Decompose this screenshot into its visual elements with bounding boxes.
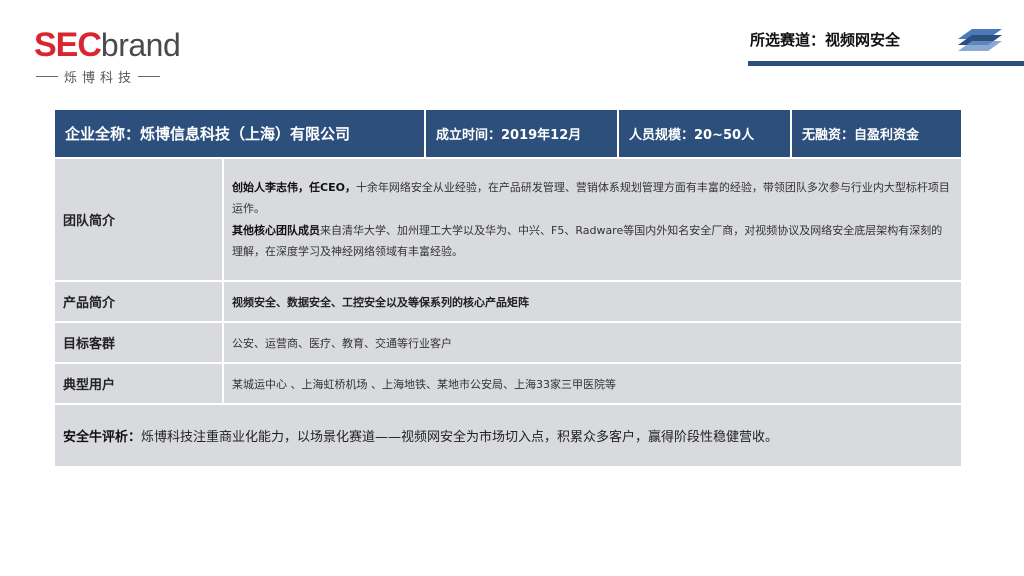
founded-cell: 成立时间：2019年12月 — [426, 110, 619, 157]
target-label: 目标客群 — [55, 323, 224, 362]
core-team-paragraph: 其他核心团队成员来自清华大学、加州理工大学以及华为、中兴、F5、Radware等… — [232, 220, 953, 263]
core-team-name: 其他核心团队成员 — [232, 223, 320, 237]
product-label: 产品简介 — [55, 282, 224, 321]
core-team-desc: 来自清华大学、加州理工大学以及华为、中兴、F5、Radware等国内外知名安全厂… — [232, 223, 943, 259]
secbrand-logo: SEC brand 烁博科技 — [34, 28, 194, 86]
users-text: 某城运中心 、上海虹桥机场 、上海地铁、某地市公安局、上海33家三甲医院等 — [232, 377, 616, 391]
header-underline — [748, 61, 1024, 66]
logo-brand-text: brand — [100, 27, 181, 63]
team-label: 团队简介 — [55, 159, 224, 280]
evaluation-label: 安全牛评析： — [63, 430, 142, 445]
staff-size-cell: 人员规模：20~50人 — [619, 110, 792, 157]
company-name-cell: 企业全称：烁博信息科技（上海）有限公司 — [55, 110, 426, 157]
product-text: 视频安全、数据安全、工控安全以及等保系列的核心产品矩阵 — [232, 295, 529, 309]
table-row-team: 团队简介 创始人李志伟，任CEO，十余年网络安全从业经验，在产品研发管理、营销体… — [55, 159, 961, 282]
logo-dash-right — [138, 76, 161, 77]
evaluation-text: 烁博科技注重商业化能力，以场景化赛道——视频网安全为市场切入点，积累众多客户，赢… — [141, 430, 779, 445]
logo-sec-text: SEC — [34, 26, 102, 64]
team-content: 创始人李志伟，任CEO，十余年网络安全从业经验，在产品研发管理、营销体系规划管理… — [224, 159, 961, 280]
company-info-table: 企业全称：烁博信息科技（上海）有限公司 成立时间：2019年12月 人员规模：2… — [55, 110, 961, 466]
target-text: 公安、运营商、医疗、教育、交通等行业客户 — [232, 336, 452, 350]
table-row-product: 产品简介 视频安全、数据安全、工控安全以及等保系列的核心产品矩阵 — [55, 282, 961, 323]
table-header-row: 企业全称：烁博信息科技（上海）有限公司 成立时间：2019年12月 人员规模：2… — [55, 110, 961, 159]
table-row-evaluation: 安全牛评析： 烁博科技注重商业化能力，以场景化赛道——视频网安全为市场切入点，积累… — [55, 405, 961, 466]
target-content: 公安、运营商、医疗、教育、交通等行业客户 — [224, 323, 961, 362]
table-row-users: 典型用户 某城运中心 、上海虹桥机场 、上海地铁、某地市公安局、上海33家三甲医… — [55, 364, 961, 405]
users-content: 某城运中心 、上海虹桥机场 、上海地铁、某地市公安局、上海33家三甲医院等 — [224, 364, 961, 403]
track-title: 所选赛道：视频网安全 — [750, 31, 901, 49]
users-label: 典型用户 — [55, 364, 224, 403]
product-content: 视频安全、数据安全、工控安全以及等保系列的核心产品矩阵 — [224, 282, 961, 321]
logo-subtitle: 烁博科技 — [34, 67, 194, 86]
founder-paragraph: 创始人李志伟，任CEO，十余年网络安全从业经验，在产品研发管理、营销体系规划管理… — [232, 177, 953, 220]
logo-dash-left — [36, 76, 58, 77]
founder-name: 创始人李志伟，任CEO， — [232, 180, 356, 194]
table-row-target: 目标客群 公安、运营商、医疗、教育、交通等行业客户 — [55, 323, 961, 364]
logo-subtitle-text: 烁博科技 — [64, 71, 137, 86]
funding-cell: 无融资：自盈利资金 — [802, 128, 920, 143]
stacked-layers-icon — [958, 29, 1002, 51]
logo-wordmark: SEC brand — [34, 28, 194, 62]
